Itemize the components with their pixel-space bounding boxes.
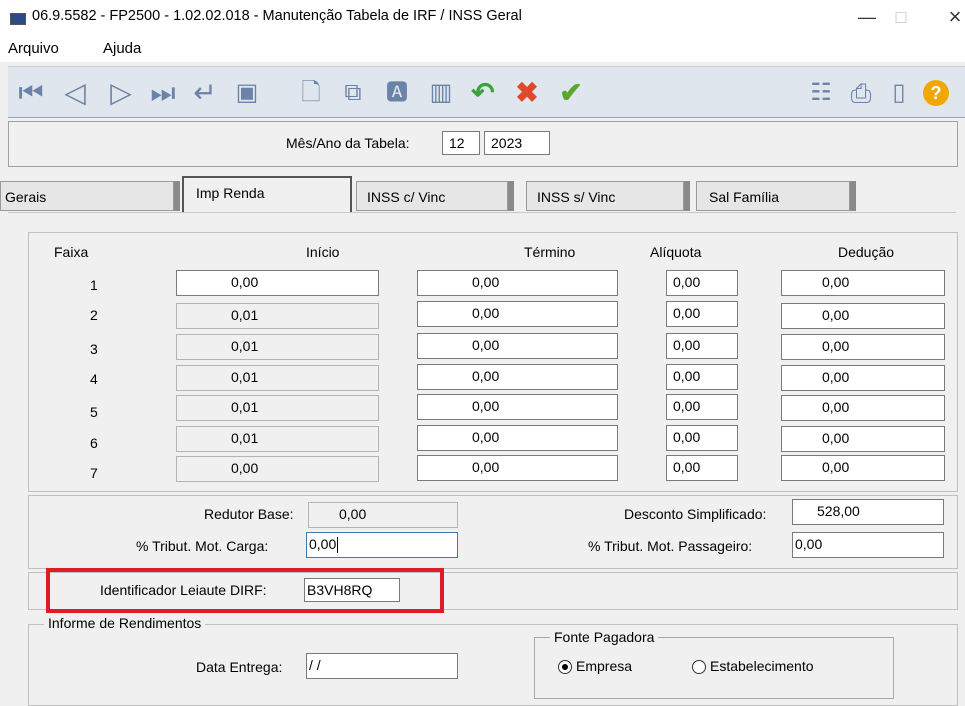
header-termino: Término (524, 244, 576, 260)
inicio-input: 0,01 (176, 395, 379, 421)
aliquota-input[interactable]: 0,00 (666, 425, 738, 451)
data-entrega-input[interactable]: / / (306, 653, 458, 679)
termino-input[interactable]: 0,00 (417, 425, 618, 451)
termino-input[interactable]: 0,00 (417, 333, 618, 359)
termino-input[interactable]: 0,00 (417, 301, 618, 327)
deducao-input[interactable]: 0,00 (781, 455, 945, 481)
deducao-input[interactable]: 0,00 (781, 334, 945, 360)
minimize-button[interactable]: — (852, 4, 882, 30)
tribut-passageiro-label: % Tribut. Mot. Passageiro: (588, 538, 753, 554)
termino-input[interactable]: 0,00 (417, 270, 618, 296)
radio-estabelecimento-label[interactable]: Estabelecimento (710, 658, 814, 674)
tribut-carga-input[interactable]: 0,00 (306, 532, 458, 558)
tab-content-border (8, 212, 956, 213)
tribut-carga-value: 0,00 (309, 536, 337, 552)
header-inicio: Início (306, 244, 340, 260)
app-icon (10, 13, 26, 25)
menu-arquivo[interactable]: Arquivo (8, 40, 59, 57)
maximize-button[interactable]: □ (886, 4, 916, 30)
help-circle: ? (923, 80, 949, 106)
confirm-icon[interactable]: ✔ (554, 76, 588, 110)
mes-ano-label: Mês/Ano da Tabela: (286, 135, 410, 151)
deducao-input[interactable]: 0,00 (781, 426, 945, 452)
inicio-input: 0,01 (176, 426, 379, 452)
aliquota-input[interactable]: 0,00 (666, 301, 738, 327)
tab-gerais[interactable]: Gerais (0, 181, 174, 211)
faixa-number: 3 (90, 341, 98, 357)
delete-icon[interactable]: ▥ (424, 76, 458, 110)
exit-icon[interactable]: ▯ (882, 76, 916, 110)
redutor-base-label: Redutor Base: (204, 506, 294, 522)
radio-empresa[interactable] (558, 660, 572, 674)
text-cursor (337, 537, 339, 554)
aliquota-input[interactable]: 0,00 (666, 394, 738, 420)
aliquota-input[interactable]: 0,00 (666, 455, 738, 481)
undo-icon[interactable]: ↶ (466, 76, 500, 110)
faixa-number: 1 (90, 277, 98, 293)
inicio-input[interactable]: 0,00 (176, 270, 379, 296)
desconto-simplificado-input[interactable]: 528,00 (792, 499, 944, 525)
mes-input[interactable]: 12 (442, 131, 480, 155)
deducao-input[interactable]: 0,00 (781, 303, 945, 329)
termino-input[interactable]: 0,00 (417, 455, 618, 481)
inicio-input: 0,01 (176, 303, 379, 329)
close-button[interactable]: × (940, 4, 965, 30)
new-document-icon[interactable]: 🗋 (294, 76, 328, 110)
radio-empresa-label[interactable]: Empresa (576, 658, 632, 674)
tab-inss-s-vinc[interactable]: INSS s/ Vinc (526, 181, 684, 211)
tab-separator (850, 181, 856, 211)
menu-bar (0, 36, 965, 62)
tab-sal-familia[interactable]: Sal Família (696, 181, 850, 211)
window-title: 06.9.5582 - FP2500 - 1.02.02.018 - Manut… (32, 8, 522, 24)
cancel-icon[interactable]: ✖ (510, 76, 544, 110)
header-panel (8, 121, 958, 167)
copy-icon[interactable]: ⧉ (336, 76, 370, 110)
radio-estabelecimento[interactable] (692, 660, 706, 674)
aliquota-input[interactable]: 0,00 (666, 364, 738, 390)
tribut-carga-label: % Tribut. Mot. Carga: (136, 538, 269, 554)
tree-icon[interactable]: ☷ (804, 76, 838, 110)
aliquota-input[interactable]: 0,00 (666, 333, 738, 359)
informe-title: Informe de Rendimentos (44, 615, 206, 631)
return-icon[interactable]: ↵ (188, 76, 222, 110)
deducao-input[interactable]: 0,00 (781, 365, 945, 391)
tab-separator (508, 181, 514, 211)
faixa-number: 6 (90, 435, 98, 451)
help-icon[interactable]: ? (918, 76, 952, 110)
first-record-icon[interactable]: ⏮ (14, 76, 48, 110)
last-record-icon[interactable]: ⏭ (146, 76, 180, 110)
deducao-input[interactable]: 0,00 (781, 395, 945, 421)
header-faixa: Faixa (54, 244, 89, 260)
tribut-passageiro-input[interactable]: 0,00 (792, 532, 944, 558)
highlight-box (46, 568, 444, 613)
inicio-input: 0,01 (176, 365, 379, 391)
tab-imp-renda[interactable]: Imp Renda (182, 176, 352, 212)
tab-inss-c-vinc[interactable]: INSS c/ Vinc (356, 181, 508, 211)
tab-separator (684, 181, 690, 211)
deducao-input[interactable]: 0,00 (781, 270, 945, 296)
faixa-number: 2 (90, 307, 98, 323)
termino-input[interactable]: 0,00 (417, 364, 618, 390)
inicio-input: 0,00 (176, 456, 379, 482)
faixa-number: 5 (90, 404, 98, 420)
faixa-number: 4 (90, 371, 98, 387)
header-aliquota: Alíquota (650, 244, 702, 260)
previous-record-icon[interactable]: ◁ (58, 76, 92, 110)
desconto-simplificado-label: Desconto Simplificado: (624, 506, 767, 522)
aliquota-input[interactable]: 0,00 (666, 270, 738, 296)
next-record-icon[interactable]: ▷ (104, 76, 138, 110)
header-deducao: Dedução (838, 244, 895, 260)
redutor-base-input: 0,00 (308, 502, 458, 528)
inicio-input: 0,01 (176, 334, 379, 360)
print-icon[interactable]: ⎙ (844, 76, 878, 110)
fonte-pagadora-title: Fonte Pagadora (550, 629, 659, 645)
ano-input[interactable]: 2023 (484, 131, 550, 155)
termino-input[interactable]: 0,00 (417, 394, 618, 420)
faixa-number: 7 (90, 465, 98, 481)
tab-separator (174, 181, 180, 211)
data-entrega-label: Data Entrega: (196, 659, 283, 675)
zoom-icon[interactable]: ▣ (230, 76, 264, 110)
edit-icon[interactable]: 🅰 (380, 76, 414, 110)
menu-ajuda[interactable]: Ajuda (103, 40, 141, 57)
